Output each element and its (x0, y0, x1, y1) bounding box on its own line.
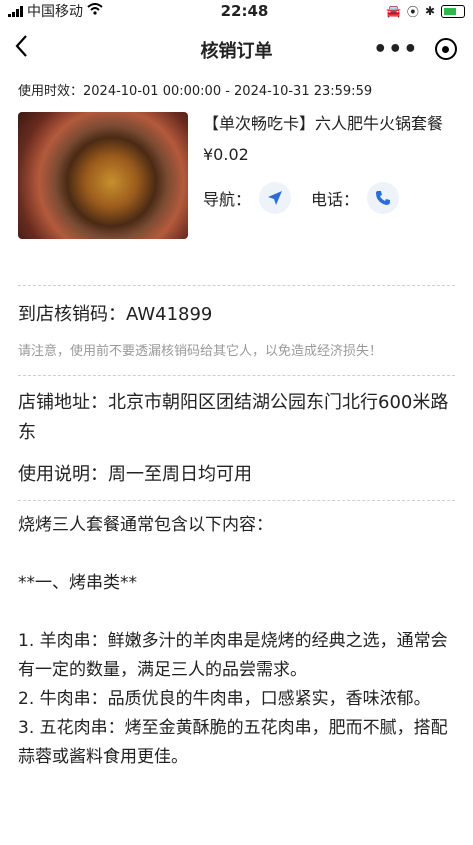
bluetooth-icon: ✱ (424, 4, 435, 18)
more-icon[interactable]: ••• (373, 37, 418, 62)
status-bar: 中国移动 22:48 🚘 ⦿ ✱ (0, 0, 473, 22)
back-button[interactable] (14, 34, 28, 65)
description-intro: 烧烤三人套餐通常包含以下内容： (18, 515, 273, 535)
product-price: ¥0.02 (203, 145, 249, 164)
product-image (18, 112, 188, 239)
battery-icon (441, 4, 465, 18)
close-miniapp-icon[interactable] (434, 38, 457, 60)
product-name: 【单次畅吃卡】六人肥牛火锅套餐 (203, 114, 444, 133)
lock-rotation-icon: ⦿ (406, 4, 419, 19)
validity-label: 使用时效： (18, 84, 84, 99)
phone-button[interactable] (367, 182, 400, 214)
phone-icon (376, 191, 391, 205)
validity-row: 使用时效：2024-10-01 00:00:00 - 2024-10-31 23… (0, 80, 473, 104)
usage-instructions: 使用说明：周一至周日均可用 (18, 464, 252, 485)
carrier-label: 中国移动 (27, 4, 83, 20)
description-item: 3. 五花肉串：烤至金黄酥脆的五花肉串，肥而不腻，搭配蒜蓉或酱料食用更佳。 (18, 718, 448, 767)
nav-label: 导航： (203, 190, 252, 209)
verification-code: 到店核销码：AW41899 (18, 304, 213, 325)
package-description: 烧烤三人套餐通常包含以下内容： **一、烤串类** 1. 羊肉串：鲜嫩多汁的羊肉… (0, 501, 473, 772)
product-card: 【单次畅吃卡】六人肥牛火锅套餐 ¥0.02 导航： 电话： (0, 104, 473, 239)
verification-notice: 请注意，使用前不要透漏核销码给其它人，以免造成经济损失！ (18, 344, 383, 359)
description-section-title: **一、烤串类** (18, 573, 137, 593)
car-icon: 🚘 (385, 4, 401, 18)
clock-time: 22:48 (220, 2, 269, 20)
phone-label: 电话： (311, 190, 360, 209)
validity-value: 2024-10-01 00:00:00 - 2024-10-31 23:59:5… (83, 84, 373, 99)
miniapp-capsule: ••• (365, 32, 465, 66)
description-item: 1. 羊肉串：鲜嫩多汁的羊肉串是烧烤的经典之选，通常会有一定的数量，满足三人的品… (18, 631, 448, 680)
navigation-button[interactable] (259, 182, 292, 214)
page-title: 核销订单 (200, 41, 273, 62)
signal-icon (8, 5, 23, 17)
nav-bar: 核销订单 ••• (0, 22, 473, 78)
store-address: 店铺地址：北京市朝阳区团结湖公园东门北行600米路东 (18, 392, 449, 443)
chevron-left-icon (15, 35, 27, 57)
wifi-icon (87, 3, 103, 19)
description-item: 2. 牛肉串：品质优良的牛肉串，口感紧实，香味浓郁。 (18, 689, 431, 709)
navigation-arrow-icon (268, 191, 283, 205)
